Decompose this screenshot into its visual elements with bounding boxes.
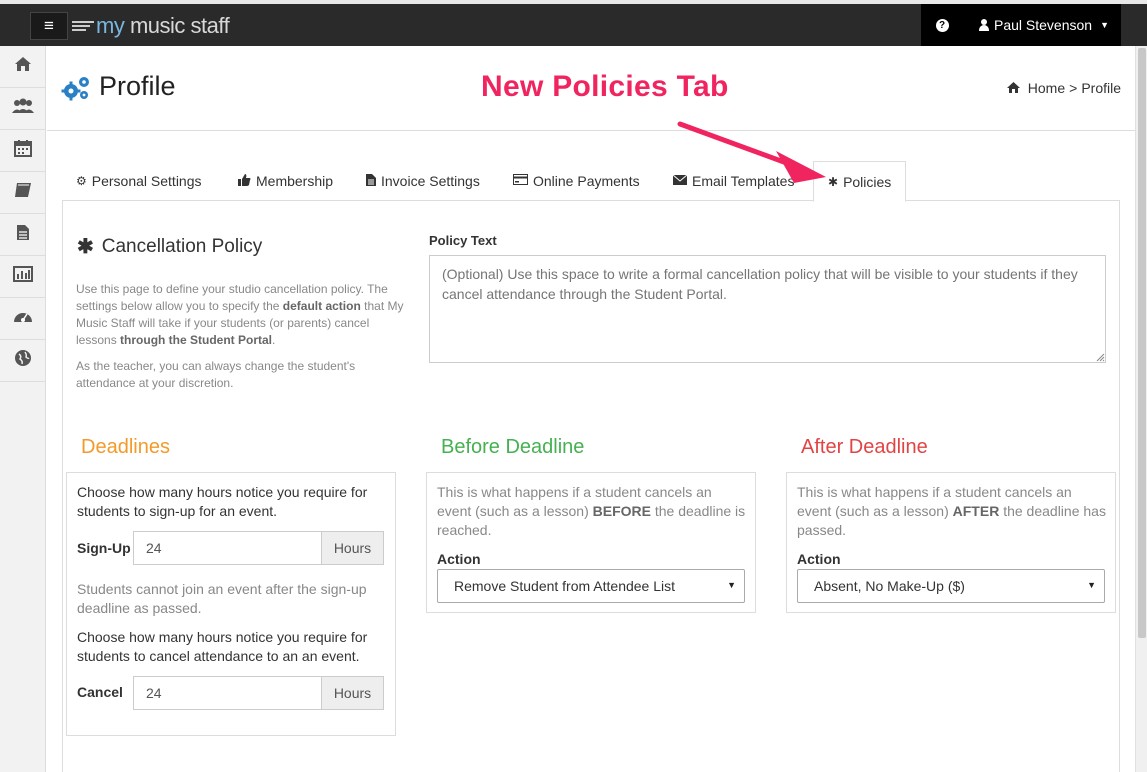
signup-note: Students cannot join an event after the …: [77, 581, 367, 616]
desc-text: .: [272, 333, 276, 347]
gears-icon: [61, 77, 89, 101]
after-action-select[interactable]: Absent, No Make-Up ($) ▼: [797, 569, 1105, 603]
sidebar: [0, 46, 46, 772]
tab-policies[interactable]: ✱ Policies: [813, 161, 907, 202]
user-icon: [979, 19, 989, 31]
tab-label: Online Payments: [533, 173, 640, 189]
home-icon: [1006, 81, 1020, 96]
document-icon: [16, 224, 30, 246]
sidebar-item-lessons[interactable]: [0, 172, 45, 214]
dashboard-icon: [13, 308, 33, 329]
asterisk-icon: ✱: [828, 174, 839, 189]
cancel-hours-addon: Hours: [321, 676, 384, 710]
tab-personal-settings[interactable]: ⚙ Personal Settings: [62, 161, 216, 201]
sidebar-item-home[interactable]: [0, 46, 45, 88]
desc-bold: BEFORE: [592, 503, 651, 519]
user-name: Paul Stevenson: [994, 17, 1093, 33]
sidebar-item-calendar[interactable]: [0, 130, 45, 172]
tab-email-templates[interactable]: Email Templates: [659, 161, 808, 201]
cancellation-description: Use this page to define your studio canc…: [76, 281, 404, 349]
logo-lines-icon: [72, 19, 94, 33]
caret-down-icon: ▼: [1087, 580, 1096, 590]
sidebar-item-dashboard[interactable]: [0, 298, 45, 340]
tab-label: Membership: [256, 173, 334, 189]
cancel-help: Choose how many hours notice you require…: [77, 629, 368, 664]
breadcrumb-separator: >: [1069, 80, 1078, 96]
annotation-callout: New Policies Tab: [481, 70, 729, 103]
globe-icon: [14, 349, 32, 372]
sidebar-item-reports[interactable]: [0, 256, 45, 298]
signup-label: Sign-Up: [77, 540, 131, 556]
home-icon: [14, 56, 32, 77]
sidebar-item-website[interactable]: [0, 340, 45, 382]
before-description: This is what happens if a student cancel…: [437, 483, 747, 540]
scrollbar-thumb[interactable]: [1138, 48, 1146, 638]
profile-tabs: ⚙ Personal Settings Membership Invoice S…: [62, 161, 1120, 202]
top-navbar: ≡ my music staff ? Paul Stevenson ▼: [0, 0, 1147, 46]
resize-grip-icon[interactable]: [1095, 352, 1105, 362]
caret-down-icon: ▼: [1100, 20, 1109, 30]
cancel-hours-input[interactable]: [133, 676, 322, 710]
thumbs-up-icon: [238, 173, 251, 189]
hamburger-icon[interactable]: ≡: [30, 12, 68, 40]
app-logo[interactable]: my music staff: [72, 12, 230, 40]
desc-bold: default action: [282, 299, 361, 313]
policy-text-label: Policy Text: [429, 233, 497, 248]
logo-prefix: my: [96, 13, 125, 38]
help-button[interactable]: ?: [921, 4, 963, 46]
tab-label: Personal Settings: [91, 173, 202, 189]
breadcrumb-current: Profile: [1081, 80, 1121, 96]
page-title: Profile: [99, 71, 176, 101]
cancellation-title: Cancellation Policy: [101, 235, 263, 257]
tab-label: Email Templates: [692, 173, 795, 189]
sidebar-item-students[interactable]: [0, 88, 45, 130]
signup-help: Choose how many hours notice you require…: [77, 484, 368, 519]
desc-bold: through the Student Portal: [120, 333, 273, 347]
breadcrumb-home-link[interactable]: Home: [1028, 80, 1065, 96]
calendar-icon: [13, 139, 32, 162]
before-deadline-title: Before Deadline: [441, 436, 585, 458]
deadlines-title: Deadlines: [81, 436, 170, 458]
teacher-note: As the teacher, you can always change th…: [76, 359, 356, 390]
tab-membership[interactable]: Membership: [224, 161, 347, 201]
cancel-label: Cancel: [77, 684, 123, 700]
logo-suffix: music staff: [124, 13, 230, 38]
credit-card-icon: [513, 174, 528, 188]
cog-icon: ⚙: [76, 174, 87, 188]
users-icon: [11, 98, 34, 119]
page-header: Profile Home > Profile New Policies Tab: [47, 46, 1135, 131]
tab-invoice-settings[interactable]: Invoice Settings: [352, 161, 494, 201]
tab-label: Invoice Settings: [381, 173, 480, 189]
desc-bold: AFTER: [952, 503, 1000, 519]
cancellation-policy-heading: ✱ Cancellation Policy: [77, 234, 262, 259]
after-deadline-title: After Deadline: [801, 436, 928, 458]
tab-online-payments[interactable]: Online Payments: [499, 161, 654, 201]
question-circle-icon: ?: [935, 18, 949, 32]
file-icon: [366, 173, 376, 189]
policy-text-input[interactable]: [429, 255, 1106, 363]
book-icon: [14, 182, 32, 203]
sidebar-item-documents[interactable]: [0, 214, 45, 256]
after-description: This is what happens if a student cancel…: [797, 483, 1107, 540]
page-scrollbar[interactable]: [1135, 46, 1147, 772]
after-action-label: Action: [797, 551, 841, 567]
select-value: Absent, No Make-Up ($): [814, 578, 965, 594]
signup-hours-addon: Hours: [321, 531, 384, 565]
before-action-label: Action: [437, 551, 481, 567]
asterisk-icon: ✱: [77, 236, 94, 258]
envelope-icon: [672, 174, 688, 188]
breadcrumb: Home > Profile: [1006, 80, 1121, 96]
caret-down-icon: ▼: [727, 580, 736, 590]
before-action-select[interactable]: Remove Student from Attendee List ▼: [437, 569, 745, 603]
bar-chart-icon: [12, 266, 33, 287]
user-menu-button[interactable]: Paul Stevenson ▼: [963, 4, 1121, 46]
tab-label: Policies: [843, 173, 892, 190]
select-value: Remove Student from Attendee List: [454, 578, 676, 594]
logo-text: my music staff: [96, 13, 230, 39]
signup-hours-input[interactable]: [133, 531, 322, 565]
